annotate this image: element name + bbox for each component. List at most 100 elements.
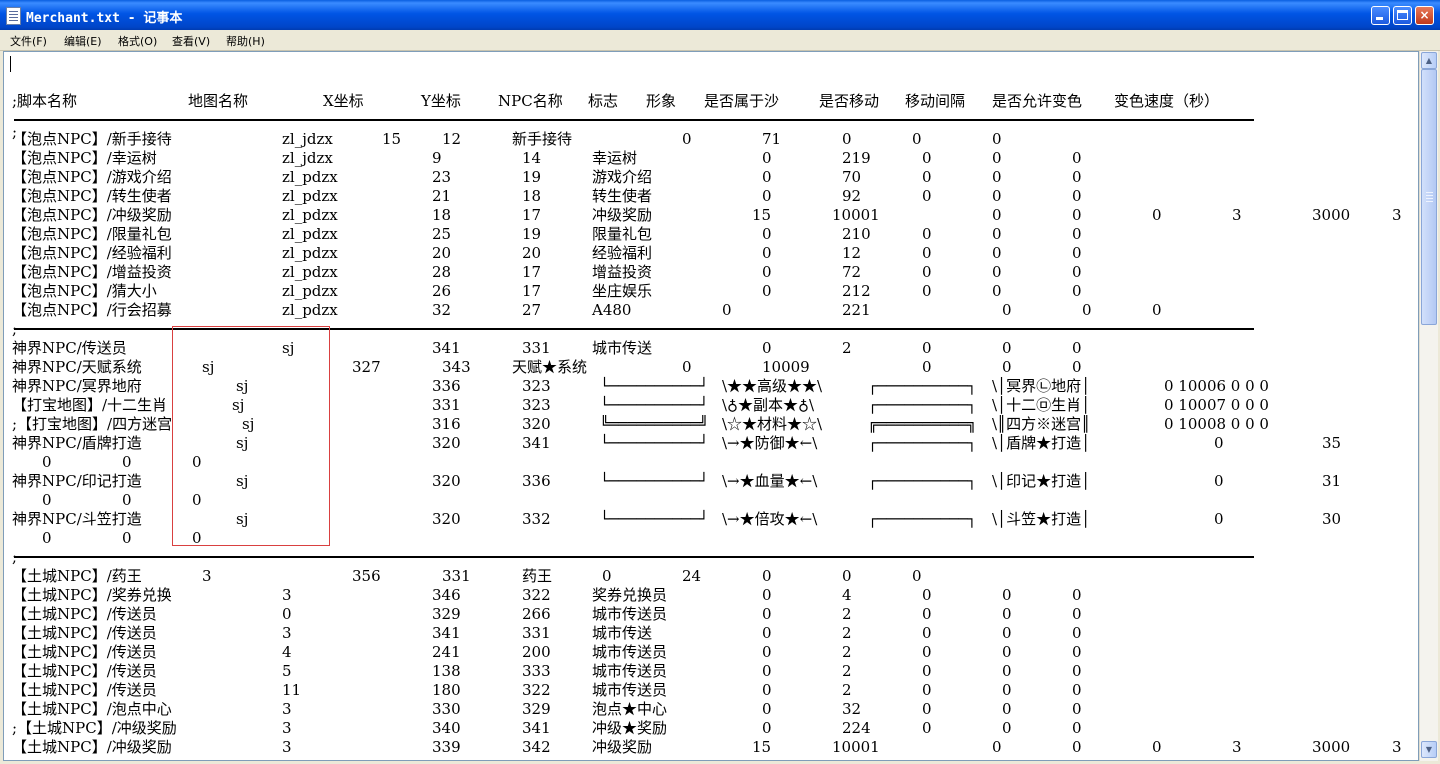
text-cell: 0 <box>1002 719 1012 737</box>
text-cell: 【泡点NPC】/新手接待 <box>12 130 172 148</box>
text-cell: 25 <box>432 225 452 243</box>
text-cell: ┌──────────┐ <box>868 472 977 490</box>
scroll-up-button[interactable]: ▲ <box>1421 52 1437 69</box>
text-cell: 【泡点NPC】/增益投资 <box>12 263 172 281</box>
text-cell: 【土城NPC】/奖券兑换 <box>12 586 172 604</box>
text-cell: 24 <box>682 567 702 585</box>
text-cell: 【土城NPC】/药王 <box>12 567 142 585</box>
scroll-thumb[interactable] <box>1421 69 1437 325</box>
text-cell: 【土城NPC】/传送员 <box>12 643 157 661</box>
text-cell: 340 <box>432 719 461 737</box>
maximize-button[interactable] <box>1393 6 1412 25</box>
title-bar[interactable]: Merchant.txt - 记事本 × <box>0 0 1440 30</box>
text-cell: 92 <box>842 187 862 205</box>
menu-edit[interactable]: 编辑(E) <box>64 33 102 49</box>
text-cell: 332 <box>522 510 551 528</box>
text-cell: 0 <box>1072 206 1082 224</box>
text-cell: 329 <box>432 605 461 623</box>
text-cell: 0 <box>842 130 852 148</box>
text-cell: 15 <box>752 206 772 224</box>
text-cell: 神界NPC/冥界地府 <box>12 377 142 395</box>
text-cell: 0 <box>602 567 612 585</box>
text-cell: 药王 <box>522 567 553 585</box>
text-cell: 0 <box>992 738 1002 756</box>
text-line: 神界NPC/冥界地府 sj 336 323 └──────────┘ \★★高级★★\ ┌─… <box>4 377 1418 396</box>
text-cell: 20 <box>522 244 542 262</box>
text-line: 【泡点NPC】/增益投资 zl_pdzx 28 17 增益投资 0 72 0 0 0 <box>4 263 1418 282</box>
menu-help[interactable]: 帮助(H) <box>226 33 265 49</box>
text-cell: 331 <box>442 567 471 585</box>
text-cell: 0 <box>762 168 772 186</box>
text-cell: 冲级奖励 <box>592 738 653 756</box>
text-cell: 221 <box>842 301 871 319</box>
text-cell: 0 <box>762 605 772 623</box>
text-line: 【泡点NPC】/限量礼包 zl_pdzx 25 19 限量礼包 0 210 0 0 0 <box>4 225 1418 244</box>
text-cell: 320 <box>432 434 461 452</box>
text-cell: 0 <box>1072 681 1082 699</box>
text-cell: 0 <box>1082 301 1092 319</box>
text-cell: 0 <box>912 567 922 585</box>
text-cell: 0 <box>762 225 772 243</box>
text-cell: 0 <box>1002 681 1012 699</box>
text-line: 【土城NPC】/泡点中心 3 330 329 泡点★中心 0 32 0 0 0 <box>4 700 1418 719</box>
minimize-icon <box>1376 17 1383 20</box>
text-cell: 0 <box>122 491 132 509</box>
text-cell: 15 <box>382 130 402 148</box>
text-line: 【泡点NPC】/行会招募 zl_pdzx 32 27 A480 0 221 0 0 0 <box>4 301 1418 320</box>
text-cell: 【打宝地图】/十二生肖 <box>12 396 168 414</box>
text-cell: 20 <box>432 244 452 262</box>
text-cell: 神界NPC/斗笠打造 <box>12 510 142 528</box>
text-cell: 0 <box>762 187 772 205</box>
text-cell: 神界NPC/传送员 <box>12 339 127 357</box>
menu-format[interactable]: 格式(O) <box>118 33 157 49</box>
text-cell: 0 <box>992 225 1002 243</box>
text-cell: 19 <box>522 225 542 243</box>
text-cell: 346 <box>432 586 461 604</box>
text-cell: 3 <box>282 700 292 718</box>
text-line: 【土城NPC】/传送员 5 138 333 城市传送员 0 2 0 0 0 <box>4 662 1418 681</box>
text-line: 【土城NPC】/冲级奖励 3 339 342 冲级奖励 15 10001 0 0 0 3 3000 3 <box>4 738 1418 757</box>
text-cell: 138 <box>432 662 461 680</box>
text-cell: 72 <box>842 263 862 281</box>
text-cell: 【土城NPC】/传送员 <box>12 681 157 699</box>
notepad-icon <box>6 7 21 25</box>
text-cell: ╚══════════╝ <box>600 415 709 433</box>
close-button[interactable]: × <box>1415 6 1434 25</box>
menu-file[interactable]: 文件(F) <box>10 33 47 49</box>
text-cell: 新手接待 <box>512 130 573 148</box>
text-line: 【土城NPC】/传送员 4 241 200 城市传送员 0 2 0 0 0 <box>4 643 1418 662</box>
text-cell: 泡点★中心 <box>592 700 668 718</box>
text-line: 神界NPC/印记打造 sj 320 336 └──────────┘ \→★血量★←\ ┌─… <box>4 472 1418 491</box>
text-cell: 0 <box>1072 339 1082 357</box>
text-editor[interactable]: ;脚本名称 地图名称 X坐标 Y坐标 NPC名称 标志 形象 是否属于沙 是否移动 移动间隔 是否允… <box>3 51 1419 761</box>
text-cell: 343 <box>442 358 471 376</box>
minimize-button[interactable] <box>1371 6 1390 25</box>
text-cell: 3 <box>282 719 292 737</box>
text-cell: 0 <box>762 149 772 167</box>
text-cell: 35 <box>1322 434 1342 452</box>
text-cell: 10001 <box>832 206 880 224</box>
text-cell: sj <box>202 358 215 376</box>
text-cell: 0 <box>762 719 772 737</box>
text-cell: └──────────┘ <box>600 377 709 395</box>
text-cell: 0 <box>1072 700 1082 718</box>
menu-view[interactable]: 查看(V) <box>172 33 210 49</box>
text-cell: 天赋★系统 <box>512 358 588 376</box>
text-cell: 0 <box>1072 662 1082 680</box>
scroll-down-button[interactable]: ▼ <box>1421 741 1437 758</box>
text-cell: 70 <box>842 168 862 186</box>
menu-bar: 文件(F) 编辑(E) 格式(O) 查看(V) 帮助(H) <box>0 30 1440 51</box>
text-cell: 0 <box>762 339 772 357</box>
text-cell: sj <box>236 434 249 452</box>
thumb-grip <box>1426 192 1433 193</box>
text-cell: 【泡点NPC】/行会招募 <box>12 301 172 319</box>
text-cell: 0 <box>42 529 52 547</box>
text-cell: \│十二㉤生肖│ <box>992 396 1091 414</box>
text-cell: 【泡点NPC】/冲级奖励 <box>12 206 172 224</box>
text-cell: 0 <box>1214 472 1224 490</box>
vertical-scrollbar[interactable]: ▲ ▼ <box>1419 51 1438 761</box>
text-cell: 316 <box>432 415 461 433</box>
text-cell: 【土城NPC】/传送员 <box>12 624 157 642</box>
text-cell: 336 <box>522 472 551 490</box>
text-cell: 0 <box>1002 700 1012 718</box>
